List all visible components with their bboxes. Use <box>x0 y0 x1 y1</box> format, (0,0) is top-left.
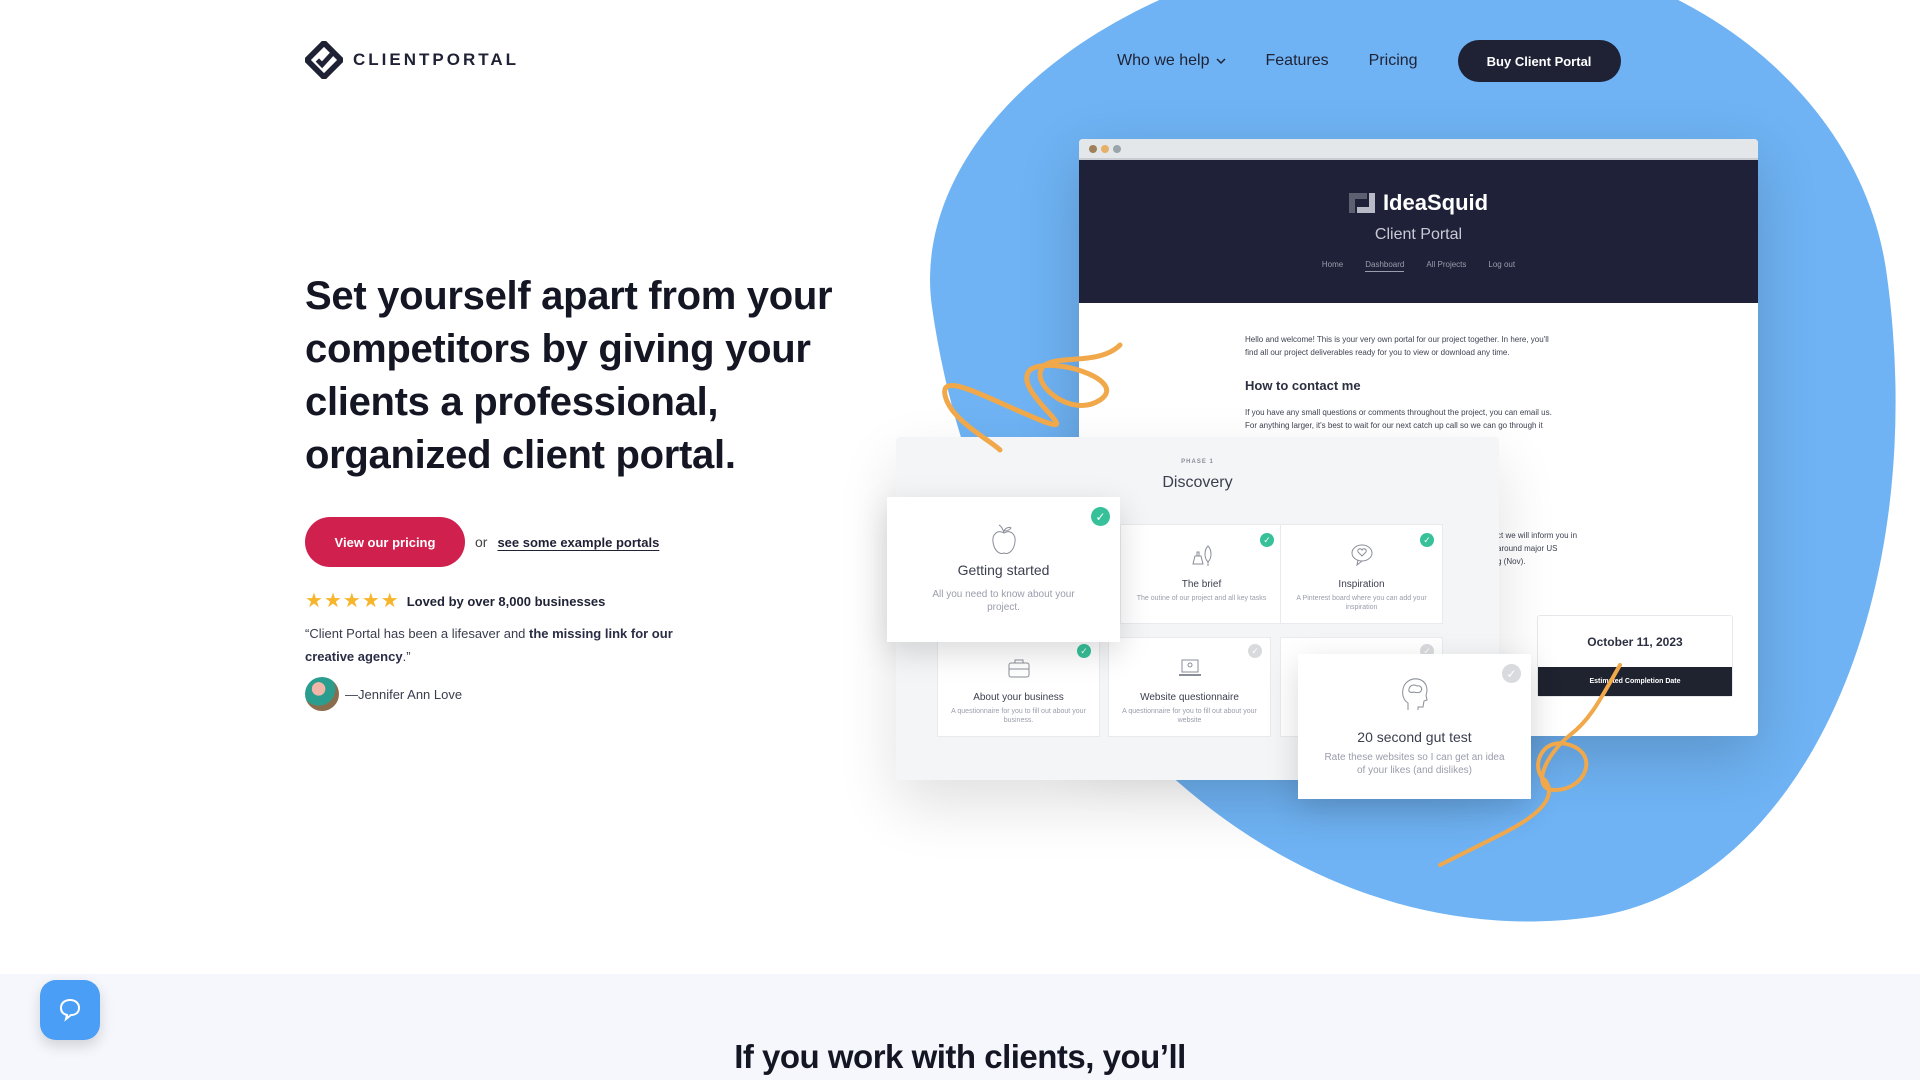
portal-header: IdeaSquid Client Portal Home Dashboard A… <box>1079 160 1758 303</box>
portal-nav-log-out[interactable]: Log out <box>1488 260 1515 272</box>
window-dot-icon <box>1089 144 1097 153</box>
check-icon: ✓ <box>1260 533 1274 547</box>
buy-client-portal-button[interactable]: Buy Client Portal <box>1457 40 1621 82</box>
site-header: CLIENTPORTAL Who we help Features Pricin… <box>0 0 1920 120</box>
avatar <box>305 677 339 711</box>
portal-nav-dashboard[interactable]: Dashboard <box>1365 260 1405 272</box>
portal-nav-home[interactable]: Home <box>1322 260 1343 272</box>
task-title: Inspiration <box>1338 579 1385 590</box>
nav-pricing[interactable]: Pricing <box>1369 52 1418 70</box>
laptop-icon <box>1178 659 1201 676</box>
task-title: 20 second gut test <box>1357 729 1472 745</box>
star-icon: ★ <box>323 590 342 612</box>
task-title: Getting started <box>957 562 1050 578</box>
nav-who-we-help[interactable]: Who we help <box>1117 52 1226 70</box>
task-desc: All you need to know about your project. <box>932 589 1075 613</box>
chat-widget-button[interactable] <box>40 980 100 1040</box>
side-text: g (Nov). <box>1497 557 1526 566</box>
task-card-gut-test[interactable]: ✓ 20 second gut test Rate these websites… <box>1298 654 1531 799</box>
phase-title: Discovery <box>1162 474 1233 491</box>
star-icon: ★ <box>305 590 323 612</box>
task-title: About your business <box>973 692 1064 703</box>
view-pricing-button[interactable]: View our pricing <box>305 517 465 567</box>
next-section-title: If you work with clients, you’ll <box>734 1038 1186 1075</box>
brain-head-icon <box>1401 678 1428 710</box>
portal-brand: IdeaSquid <box>1079 190 1758 216</box>
main-nav: Who we help Features Pricing Buy Client … <box>1117 40 1621 82</box>
window-dot-icon <box>1101 144 1109 153</box>
task-desc: A questionnaire for you to fill out abou… <box>951 708 1086 724</box>
logo[interactable]: CLIENTPORTAL <box>305 41 519 79</box>
task-title: Website questionnaire <box>1140 692 1239 703</box>
nav-label: Who we help <box>1117 52 1210 69</box>
cta-row: View our pricing or see some example por… <box>305 517 659 567</box>
check-icon: ✓ <box>1420 533 1434 547</box>
rating: ★ ★ ★ ★ ★ Loved by over 8,000 businesses <box>305 591 605 611</box>
contact-text: For anything larger, it's best to wait f… <box>1245 421 1543 430</box>
rating-text: Loved by over 8,000 businesses <box>406 593 606 609</box>
heart-bubble-icon <box>1351 544 1372 567</box>
task-desc: Rate these websites so I can get an idea… <box>1324 752 1505 776</box>
quote-text: “Client Portal has been a lifesaver and <box>305 626 530 641</box>
chat-bubble-icon <box>59 998 81 1022</box>
task-card-getting-started[interactable]: ✓ Getting started All you need to know a… <box>887 497 1120 642</box>
task-title: The brief <box>1181 579 1222 590</box>
apple-icon <box>991 524 1016 554</box>
logo-mark-icon <box>305 41 343 79</box>
or-text: or <box>475 534 488 550</box>
check-icon: ✓ <box>1091 507 1110 526</box>
testimonial-quote: “Client Portal has been a lifesaver and … <box>305 622 725 668</box>
phase-label: PHASE 1 <box>1181 459 1214 465</box>
portal-side-text: ct we will inform you in around major US… <box>1497 529 1577 568</box>
contact-text: If you have any small questions or comme… <box>1245 408 1552 417</box>
completion-date-card: October 11, 2023 Estimated Completion Da… <box>1537 615 1733 697</box>
task-desc: A Pinterest board where you can add your… <box>1296 595 1427 611</box>
check-icon: ✓ <box>1248 644 1262 658</box>
task-card-website-questionnaire[interactable]: ✓ Website questionnaire A questionnaire … <box>1108 637 1271 737</box>
contact-heading: How to contact me <box>1245 378 1361 393</box>
side-text: ct we will inform you in <box>1497 531 1578 540</box>
author-name: —Jennifer Ann Love <box>345 686 463 702</box>
check-icon: ✓ <box>1077 644 1091 658</box>
task-card-the-brief[interactable]: ✓ The brief The outine of our project an… <box>1120 524 1283 624</box>
side-text: around major US <box>1497 544 1558 553</box>
brief-icon <box>1191 545 1211 566</box>
star-rating: ★ ★ ★ ★ ★ <box>305 591 399 611</box>
nav-features[interactable]: Features <box>1266 52 1329 70</box>
hero-headline: Set yourself apart from your competitors… <box>305 274 833 477</box>
star-icon: ★ <box>380 590 399 612</box>
welcome-text: Hello and welcome! This is your very own… <box>1245 335 1549 344</box>
task-card-about-business[interactable]: ✓ About your business A questionnaire fo… <box>937 637 1100 737</box>
chevron-down-icon <box>1215 57 1226 64</box>
task-desc: A questionnaire for you to fill out abou… <box>1122 708 1257 724</box>
portal-subtitle: Client Portal <box>1374 226 1463 243</box>
star-icon: ★ <box>361 590 380 612</box>
window-dot-icon <box>1113 144 1121 153</box>
landing-page: CLIENTPORTAL Who we help Features Pricin… <box>0 0 1920 1080</box>
logo-text: CLIENTPORTAL <box>353 50 520 69</box>
hero: Set yourself apart from your competitors… <box>305 270 845 482</box>
task-card-inspiration[interactable]: ✓ Inspiration A Pinterest board where yo… <box>1280 524 1443 624</box>
window-titlebar <box>1079 139 1758 160</box>
task-desc: The outine of our project and all key ta… <box>1136 595 1267 602</box>
welcome-text: find all our project deliverables ready … <box>1245 348 1510 357</box>
check-icon: ✓ <box>1502 664 1521 683</box>
portal-nav: Home Dashboard All Projects Log out <box>1079 260 1758 272</box>
portal-brand-name: IdeaSquid <box>1382 190 1489 215</box>
quote-end: .” <box>402 649 411 664</box>
ideasquid-logo-icon <box>1348 193 1375 213</box>
portal-nav-all-projects[interactable]: All Projects <box>1426 260 1466 272</box>
completion-label: Estimated Completion Date <box>1538 667 1732 696</box>
completion-date: October 11, 2023 <box>1587 635 1683 649</box>
example-portals-link[interactable]: see some example portals <box>497 535 659 550</box>
portal-body: Hello and welcome! This is your very own… <box>1079 303 1599 432</box>
testimonial-author: —Jennifer Ann Love <box>305 677 462 711</box>
briefcase-icon <box>1008 659 1029 678</box>
star-icon: ★ <box>342 590 361 612</box>
